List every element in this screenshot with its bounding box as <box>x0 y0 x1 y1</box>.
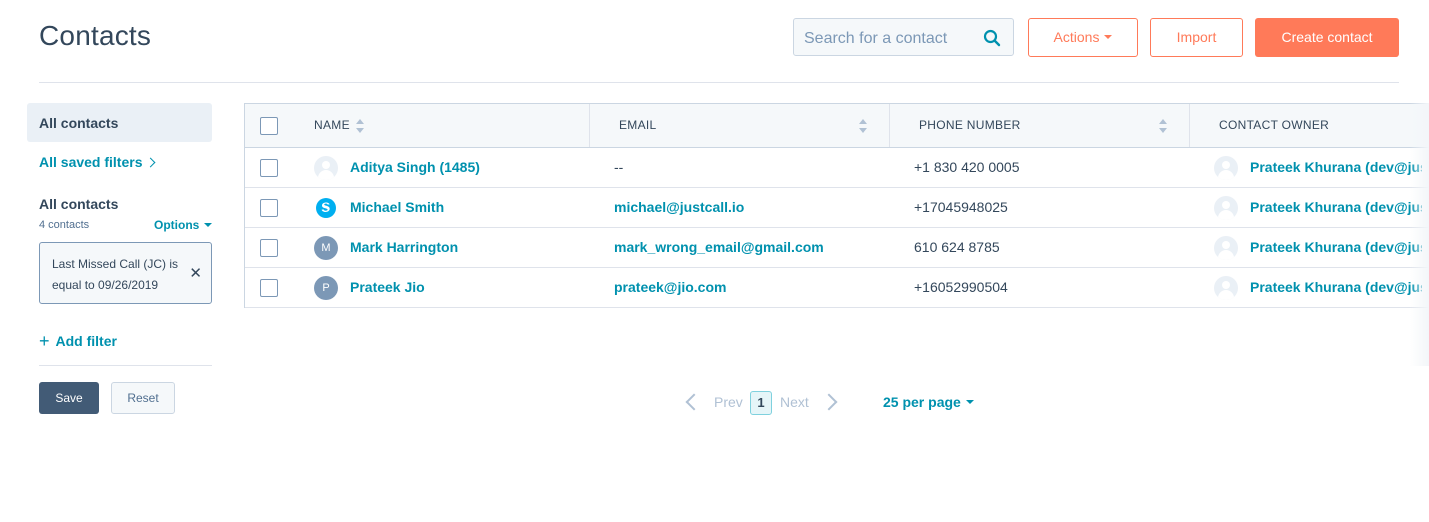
sidebar-item-label: All contacts <box>39 115 119 131</box>
contact-owner-link[interactable]: Prateek Khurana (dev@justcall.io) <box>1250 228 1422 267</box>
owner-avatar <box>1214 276 1238 300</box>
column-header-owner[interactable]: CONTACT OWNER <box>1219 104 1329 147</box>
column-divider <box>589 104 590 147</box>
search-input[interactable]: Search for a contact <box>793 18 1014 56</box>
next-page-button[interactable]: Next <box>780 393 838 411</box>
all-saved-filters-link[interactable]: All saved filters <box>39 154 155 170</box>
close-icon[interactable]: ✕ <box>189 264 202 282</box>
contact-count: 4 contacts <box>39 219 90 231</box>
prev-label: Prev <box>714 394 743 410</box>
next-label: Next <box>780 394 809 410</box>
avatar: M <box>314 236 338 260</box>
row-checkbox[interactable] <box>260 279 278 297</box>
horizontal-scroll-shadow <box>1410 103 1429 366</box>
column-divider <box>1189 104 1190 147</box>
table-row[interactable]: M Mark Harrington mark_wrong_email@gmail… <box>245 228 1429 268</box>
select-all-checkbox[interactable] <box>260 117 278 135</box>
chevron-right-icon <box>145 157 155 168</box>
owner-cell: Prateek Khurana (dev@justcall.io) <box>1250 228 1422 267</box>
contact-email-link[interactable]: mark_wrong_email@gmail.com <box>614 228 824 267</box>
per-page-dropdown[interactable]: 25 per page <box>883 394 974 410</box>
skype-icon <box>314 196 338 220</box>
table-header: NAME EMAIL PHONE NUMBER CONTACT OWNER <box>245 104 1429 148</box>
column-header-email[interactable]: EMAIL <box>619 104 657 147</box>
chevron-left-icon <box>685 393 703 411</box>
add-filter-button[interactable]: + Add filter <box>39 331 117 352</box>
search-icon[interactable] <box>983 29 1001 47</box>
chevron-right-icon <box>820 393 838 411</box>
contact-phone[interactable]: +16052990504 <box>914 268 1008 307</box>
actions-button[interactable]: Actions <box>1028 18 1138 57</box>
view-heading: All contacts <box>39 196 119 212</box>
contact-owner-link[interactable]: Prateek Khurana (dev@justcall.io) <box>1250 268 1422 307</box>
row-checkbox[interactable] <box>260 159 278 177</box>
create-contact-button[interactable]: Create contact <box>1255 18 1399 57</box>
search-placeholder: Search for a contact <box>804 30 948 47</box>
contact-name-link[interactable]: Aditya Singh (1485) <box>350 148 480 187</box>
contact-email-link[interactable]: prateek@jio.com <box>614 268 726 307</box>
contact-name-link[interactable]: Prateek Jio <box>350 268 425 307</box>
contact-phone[interactable]: +17045948025 <box>914 188 1008 227</box>
column-divider <box>889 104 890 147</box>
sidebar-divider <box>39 365 212 366</box>
column-header-label: PHONE NUMBER <box>919 118 1021 132</box>
contact-email: -- <box>614 159 624 175</box>
per-page-label: 25 per page <box>883 394 961 410</box>
contact-name-link[interactable]: Mark Harrington <box>350 228 458 267</box>
avatar: P <box>314 276 338 300</box>
caret-down-icon <box>204 222 213 227</box>
owner-cell: Prateek Khurana (dev@justcall.io) <box>1250 268 1422 307</box>
add-filter-label: Add filter <box>55 333 117 349</box>
owner-avatar <box>1214 196 1238 220</box>
owner-cell: Prateek Khurana (dev@justcall.io) <box>1250 188 1422 227</box>
owner-avatar <box>1214 156 1238 180</box>
owner-cell: Prateek Khurana (dev@justcall.io) <box>1250 148 1422 187</box>
page-title: Contacts <box>39 20 152 51</box>
reset-button[interactable]: Reset <box>111 382 175 414</box>
table-row[interactable]: P Prateek Jio prateek@jio.com +160529905… <box>245 268 1429 308</box>
owner-avatar <box>1214 236 1238 260</box>
column-header-label: NAME <box>314 118 350 132</box>
save-button[interactable]: Save <box>39 382 99 414</box>
table-row[interactable]: Aditya Singh (1485) -- +1 830 420 0005 P… <box>245 148 1429 188</box>
avatar <box>314 156 338 180</box>
import-button[interactable]: Import <box>1150 18 1243 57</box>
prev-page-button[interactable]: Prev <box>685 393 743 411</box>
sidebar-item-all-contacts[interactable]: All contacts <box>27 103 212 142</box>
contact-owner-link[interactable]: Prateek Khurana (dev@justcall.io) <box>1250 148 1422 187</box>
options-dropdown[interactable]: Options <box>154 218 213 232</box>
caret-down-icon <box>965 400 974 405</box>
caret-down-icon <box>1104 35 1113 40</box>
contact-owner-link[interactable]: Prateek Khurana (dev@justcall.io) <box>1250 188 1422 227</box>
sort-icon[interactable] <box>1159 119 1167 133</box>
actions-label: Actions <box>1053 29 1100 45</box>
row-checkbox[interactable] <box>260 239 278 257</box>
contacts-table: NAME EMAIL PHONE NUMBER CONTACT OWNER Ad… <box>244 103 1429 308</box>
column-header-label: EMAIL <box>619 118 657 132</box>
contact-name-link[interactable]: Michael Smith <box>350 188 444 227</box>
filter-card[interactable]: Last Missed Call (JC) is equal to 09/26/… <box>39 242 212 304</box>
header-divider <box>39 82 1399 83</box>
column-header-name[interactable]: NAME <box>314 104 350 147</box>
table-row[interactable]: Michael Smith michael@justcall.io +17045… <box>245 188 1429 228</box>
sort-icon[interactable] <box>356 119 364 133</box>
filter-text: Last Missed Call (JC) is equal to 09/26/… <box>52 257 179 292</box>
sort-icon[interactable] <box>859 119 867 133</box>
contact-phone[interactable]: 610 624 8785 <box>914 228 1000 267</box>
column-header-label: CONTACT OWNER <box>1219 118 1330 132</box>
plus-icon: + <box>39 331 50 351</box>
contact-email-link[interactable]: michael@justcall.io <box>614 188 744 227</box>
contact-phone[interactable]: +1 830 420 0005 <box>914 148 1020 187</box>
page-number-current[interactable]: 1 <box>750 391 772 415</box>
column-header-phone[interactable]: PHONE NUMBER <box>919 104 1021 147</box>
row-checkbox[interactable] <box>260 199 278 217</box>
options-label: Options <box>154 218 200 232</box>
saved-filters-label: All saved filters <box>39 154 143 170</box>
